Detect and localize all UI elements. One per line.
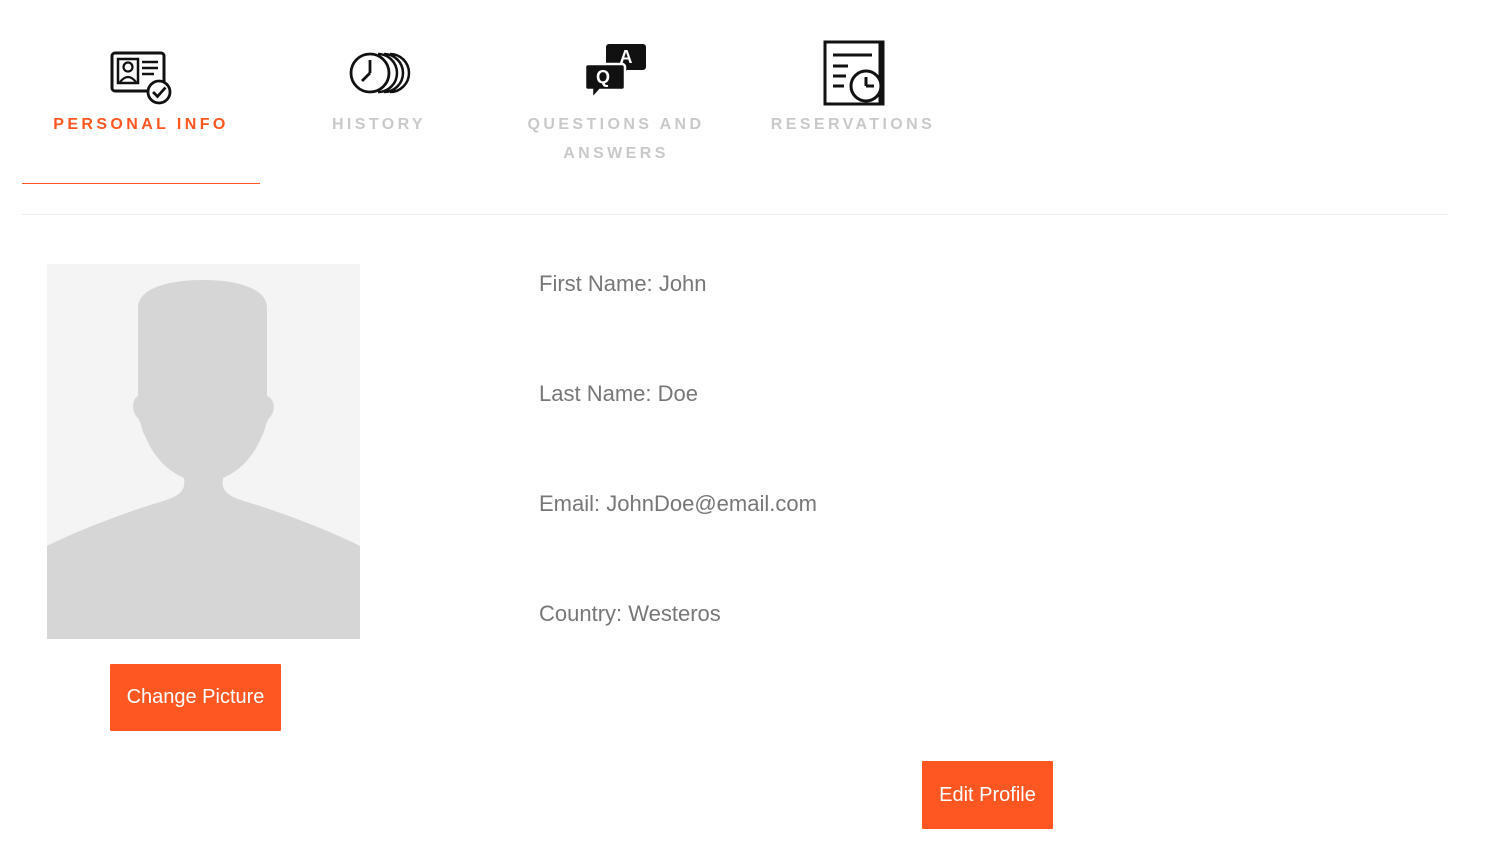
tab-reservations[interactable]: RESERVATIONS [734,40,972,139]
id-card-check-icon [110,51,172,105]
last-name-row: Last Name: Doe [539,380,698,408]
svg-text:Q: Q [596,67,610,87]
tab-label: RESERVATIONS [770,116,936,133]
first-name-label: First Name: [539,271,653,296]
country-row: Country: Westeros [539,600,721,628]
tab-personal-info[interactable]: PERSONAL INFO [22,40,260,184]
last-name-value: Doe [657,381,698,406]
tab-label: HISTORY [331,116,427,133]
change-picture-button[interactable]: Change Picture [110,664,281,731]
country-label: Country: [539,601,623,626]
profile-picture [47,264,360,639]
user-silhouette-icon [47,280,360,639]
last-name-label: Last Name: [539,381,652,406]
history-clocks-icon [349,52,411,94]
edit-profile-button[interactable]: Edit Profile [922,761,1053,829]
email-row: Email: JohnDoe@email.com [539,490,817,518]
first-name-row: First Name: John [539,270,707,298]
country-value: Westeros [628,601,721,626]
qa-chat-bubbles-icon: A Q [583,44,646,103]
tab-label: QUESTIONS AND ANSWERS [527,116,705,162]
tab-questions-and-answers[interactable]: A Q QUESTIONS AND ANSWERS [497,40,735,168]
profile-tabs: PERSONAL INFO HISTORY A Q QUESTIONS AND … [22,0,1448,215]
document-clock-icon [823,40,885,106]
first-name-value: John [658,271,707,296]
tab-label: PERSONAL INFO [53,116,229,133]
email-label: Email: [539,491,601,516]
email-value: JohnDoe@email.com [606,491,817,516]
svg-text:A: A [620,47,633,67]
tab-history[interactable]: HISTORY [260,40,498,139]
active-tab-underline [22,183,260,184]
